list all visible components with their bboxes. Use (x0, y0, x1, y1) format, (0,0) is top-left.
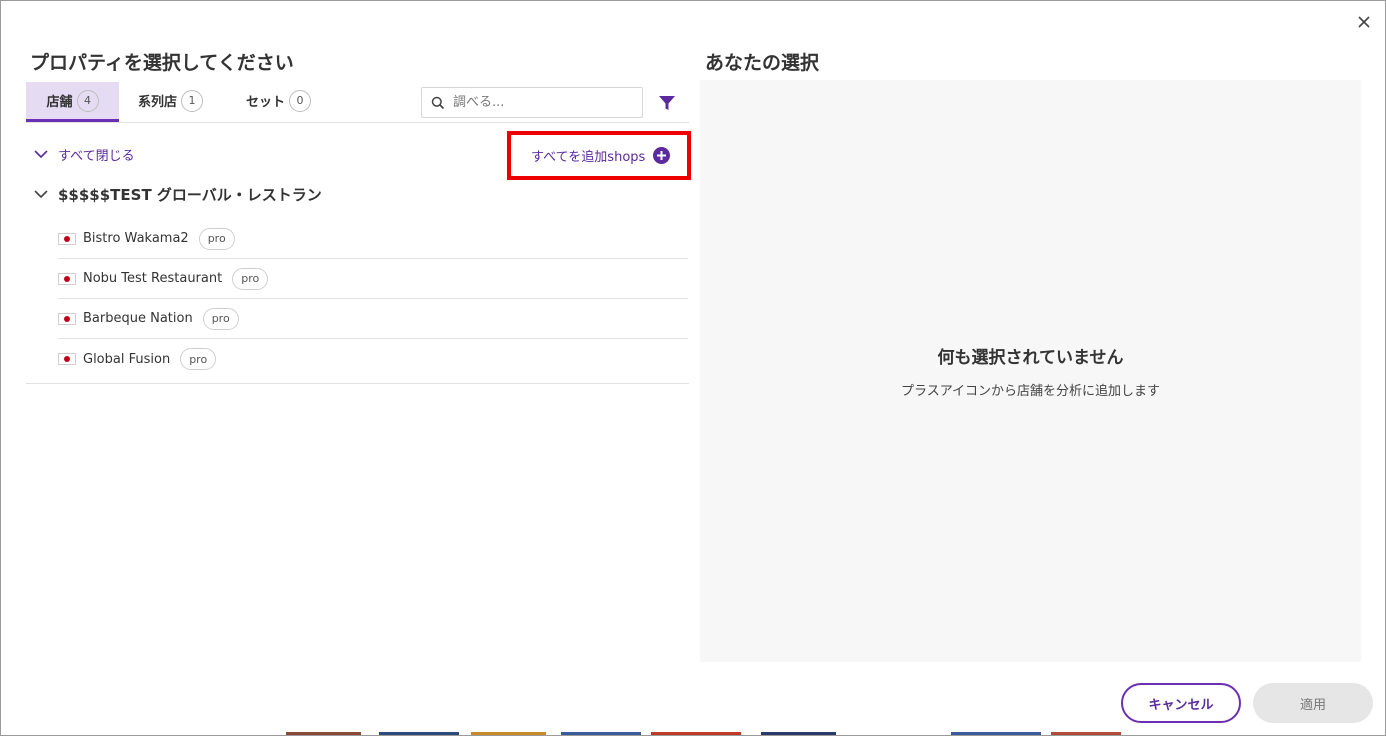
filter-icon (659, 96, 675, 110)
chevron-down-icon (34, 190, 48, 199)
tab-shops[interactable]: 店舗 4 (26, 82, 119, 122)
left-panel-title: プロパティを選択してください (30, 52, 294, 74)
collapse-all-link[interactable]: すべて閉じる (34, 145, 135, 164)
add-all-label: すべてを追加shops (531, 150, 646, 165)
shop-name: Nobu Test Restaurant (83, 271, 223, 286)
shop-name: Barbeque Nation (83, 311, 193, 326)
selection-panel: 何も選択されていません プラスアイコンから店舗を分析に追加します (700, 80, 1361, 662)
shop-name: Bistro Wakama2 (83, 231, 189, 246)
list-item[interactable]: Nobu Test Restaurant pro (58, 259, 688, 299)
search-field[interactable] (421, 87, 643, 118)
cancel-button[interactable]: キャンセル (1121, 683, 1241, 723)
plan-badge: pro (180, 348, 217, 370)
list-item[interactable]: Global Fusion pro (58, 339, 688, 379)
tab-sets[interactable]: セット 0 (246, 82, 312, 119)
shop-name: Global Fusion (83, 351, 171, 367)
tabs-divider (26, 122, 689, 123)
tab-label: 系列店 (138, 95, 178, 110)
chain-group-name: $$$$$TEST グローバル・レストラン (58, 186, 322, 204)
close-icon (1358, 16, 1370, 28)
search-input[interactable] (451, 94, 635, 111)
list-item[interactable]: Barbeque Nation pro (58, 299, 688, 339)
add-all-shops-button[interactable]: すべてを追加shops (531, 146, 671, 165)
plan-badge: pro (198, 227, 235, 250)
japan-flag-icon (58, 232, 76, 245)
japan-flag-icon (58, 353, 76, 365)
plus-circle-icon (653, 147, 671, 164)
japan-flag-icon (58, 312, 76, 325)
list-item[interactable]: Bistro Wakama2 pro (58, 219, 688, 259)
right-panel-title: あなたの選択 (705, 52, 820, 74)
japan-flag-icon (58, 272, 76, 285)
collapse-all-label: すべて閉じる (58, 149, 135, 164)
background-strip (1, 732, 1385, 735)
empty-state-title: 何も選択されていません (937, 348, 1124, 368)
plan-badge: pro (232, 267, 269, 290)
tab-count-badge: 4 (76, 89, 99, 112)
apply-button[interactable]: 適用 (1253, 683, 1373, 723)
close-button[interactable] (1353, 11, 1375, 33)
filter-button[interactable] (657, 93, 677, 113)
chevron-down-icon (34, 150, 48, 159)
shop-list: Bistro Wakama2 pro Nobu Test Restaurant … (58, 219, 688, 379)
property-select-dialog: プロパティを選択してください 店舗 4 系列店 1 セット 0 すべて閉じる (0, 0, 1386, 736)
tab-label: 店舗 (46, 95, 73, 110)
plan-badge: pro (202, 307, 239, 330)
tab-chains[interactable]: 系列店 1 (138, 82, 204, 119)
tab-label: セット (246, 95, 286, 110)
empty-state-description: プラスアイコンから店舗を分析に追加します (900, 384, 1161, 399)
chain-group-header[interactable]: $$$$$TEST グローバル・レストラン (34, 184, 322, 205)
search-icon (431, 96, 445, 109)
tab-count-badge: 0 (289, 89, 312, 112)
list-divider (26, 383, 689, 384)
tab-count-badge: 1 (181, 89, 204, 112)
